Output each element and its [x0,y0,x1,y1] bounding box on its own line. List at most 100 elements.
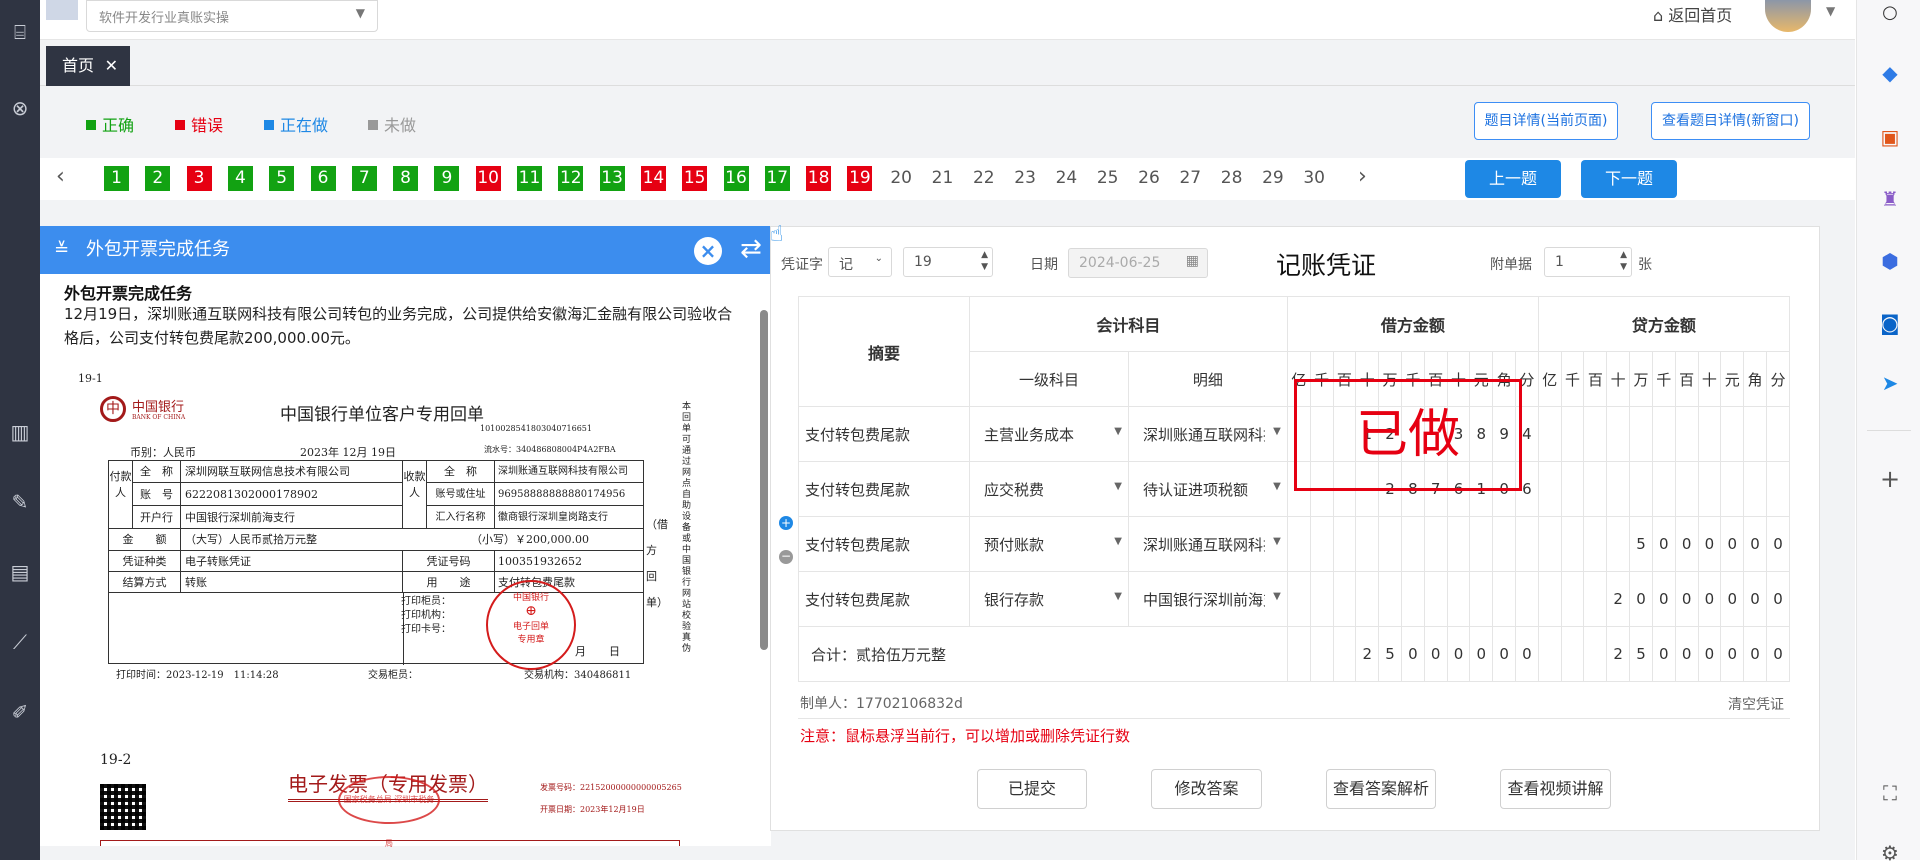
view-video-button[interactable]: 查看视频讲解 [1500,769,1611,809]
total-credit-digit[interactable]: 0 [1697,626,1722,682]
debit-digit[interactable] [1423,571,1448,627]
credit-digit[interactable] [1560,516,1585,572]
debit-digit[interactable] [1378,516,1402,572]
tag-icon[interactable]: ◆ [1877,60,1903,86]
question-number-27[interactable]: 27 [1178,166,1203,191]
debit-digit[interactable] [1492,571,1516,627]
next-question-button[interactable]: 下一题 [1581,160,1677,198]
total-debit-digit[interactable]: 0 [1469,626,1494,682]
credit-digit[interactable] [1674,461,1699,517]
summary-cell[interactable]: 支付转包费尾款 [798,461,970,517]
total-credit-digit[interactable]: 5 [1629,626,1653,682]
credit-digit[interactable]: 0 [1674,571,1699,627]
tab-home[interactable]: 首页 ✕ [46,46,130,86]
total-debit-digit[interactable]: 0 [1400,626,1425,682]
question-number-1[interactable]: 1 [104,166,129,191]
detail-account-select[interactable]: 深圳账通互联网科技 ▼ [1127,406,1288,462]
total-debit-digit[interactable] [1309,626,1334,682]
credit-digit[interactable]: 0 [1720,571,1745,627]
credit-digit[interactable] [1651,461,1676,517]
debit-digit[interactable] [1400,516,1425,572]
network-icon[interactable]: ⊗ [8,96,32,120]
debit-digit[interactable] [1378,571,1402,627]
credit-digit[interactable] [1743,461,1767,517]
summary-cell[interactable]: 支付转包费尾款 [798,406,970,462]
detail-current-button[interactable]: 题目详情(当前页面) [1474,102,1618,140]
total-credit-digit[interactable]: 0 [1720,626,1745,682]
bar-chart-icon[interactable]: ▥ [8,420,32,444]
close-icon[interactable]: × [694,237,722,265]
question-number-11[interactable]: 11 [517,166,542,191]
debit-digit[interactable] [1286,516,1311,572]
question-number-17[interactable]: 17 [764,166,790,191]
credit-digit[interactable] [1697,461,1722,517]
calendar-icon[interactable]: ▦ [1186,253,1199,269]
debit-digit[interactable] [1515,571,1539,627]
question-number-30[interactable]: 30 [1302,166,1327,191]
voucher-number-input[interactable]: 19 ▲ ▼ [903,247,993,277]
view-analysis-button[interactable]: 查看答案解析 [1326,769,1436,809]
question-number-6[interactable]: 6 [310,166,336,191]
debit-digit[interactable] [1286,571,1311,627]
chevron-down-icon[interactable]: ▼ [1826,4,1835,18]
credit-digit[interactable] [1765,461,1791,517]
debit-digit[interactable] [1355,571,1380,627]
clipboard-icon[interactable]: ▤ [8,560,32,584]
search-icon[interactable]: ○ [1877,0,1903,26]
credit-digit[interactable] [1537,406,1562,462]
chess-icon[interactable]: ♜ [1877,186,1903,212]
presentation-icon[interactable]: ⌸ [8,20,32,44]
question-number-29[interactable]: 29 [1260,166,1285,191]
credit-digit[interactable]: 5 [1629,516,1653,572]
swap-icon[interactable]: ⇄ [740,234,766,264]
outlook-icon[interactable]: ◙ [1877,310,1903,336]
question-number-14[interactable]: 14 [640,166,666,191]
debit-digit[interactable] [1332,571,1357,627]
credit-digit[interactable] [1743,406,1767,462]
modify-answer-button[interactable]: 修改答案 [1151,769,1262,809]
credit-digit[interactable] [1537,461,1562,517]
credit-digit[interactable] [1537,571,1562,627]
close-icon[interactable]: ✕ [105,46,118,86]
screenshot-icon[interactable]: ⛶ [1877,780,1903,806]
credit-digit[interactable] [1583,461,1608,517]
debit-digit[interactable] [1515,516,1539,572]
debit-digit[interactable] [1469,516,1494,572]
attach-input[interactable]: 1 ▲ ▼ [1544,247,1632,277]
credit-digit[interactable]: 0 [1697,571,1722,627]
stepper-icon[interactable]: ▲ ▼ [981,249,988,273]
credit-digit[interactable]: 0 [1651,516,1676,572]
voucher-row[interactable]: 支付转包费尾款 预付账款 ▼ 深圳账通互联网科技 ▼ 5 0 0 0 0 0 0 [798,516,1791,572]
credit-digit[interactable] [1720,461,1745,517]
add-icon[interactable]: + [1877,466,1903,492]
clear-voucher-link[interactable]: 清空凭证 [1728,694,1784,714]
debit-digit[interactable] [1469,571,1494,627]
detail-account-select[interactable]: 深圳账通互联网科技 ▼ [1127,516,1288,572]
credit-digit[interactable]: 0 [1651,571,1676,627]
credit-digit[interactable] [1606,461,1631,517]
credit-digit[interactable] [1697,406,1722,462]
total-credit-digit[interactable]: 0 [1765,626,1791,682]
copilot-icon[interactable]: ⬢ [1877,248,1903,274]
debit-digit[interactable] [1309,516,1334,572]
credit-digit[interactable] [1560,571,1585,627]
stepper-icon[interactable]: ▲ ▼ [1620,249,1627,273]
question-number-8[interactable]: 8 [393,166,419,191]
level1-account-select[interactable]: 银行存款 ▼ [969,571,1129,627]
question-number-12[interactable]: 12 [558,166,584,191]
credit-digit[interactable]: 0 [1629,571,1653,627]
question-number-4[interactable]: 4 [227,166,253,191]
question-number-20[interactable]: 20 [889,166,914,191]
toolbox-icon[interactable]: ▣ [1877,124,1903,150]
total-credit-digit[interactable] [1583,626,1608,682]
total-debit-digit[interactable]: 0 [1423,626,1448,682]
credit-digit[interactable] [1720,406,1745,462]
question-number-2[interactable]: 2 [145,166,171,191]
total-debit-digit[interactable] [1286,626,1311,682]
level1-account-select[interactable]: 应交税费 ▼ [969,461,1129,517]
debit-digit[interactable] [1446,516,1471,572]
level1-account-select[interactable]: 主营业务成本 ▼ [969,406,1129,462]
question-number-9[interactable]: 9 [434,166,460,191]
voucher-date-input[interactable]: 2024-06-25 ▦ [1068,248,1208,278]
total-debit-digit[interactable] [1332,626,1357,682]
